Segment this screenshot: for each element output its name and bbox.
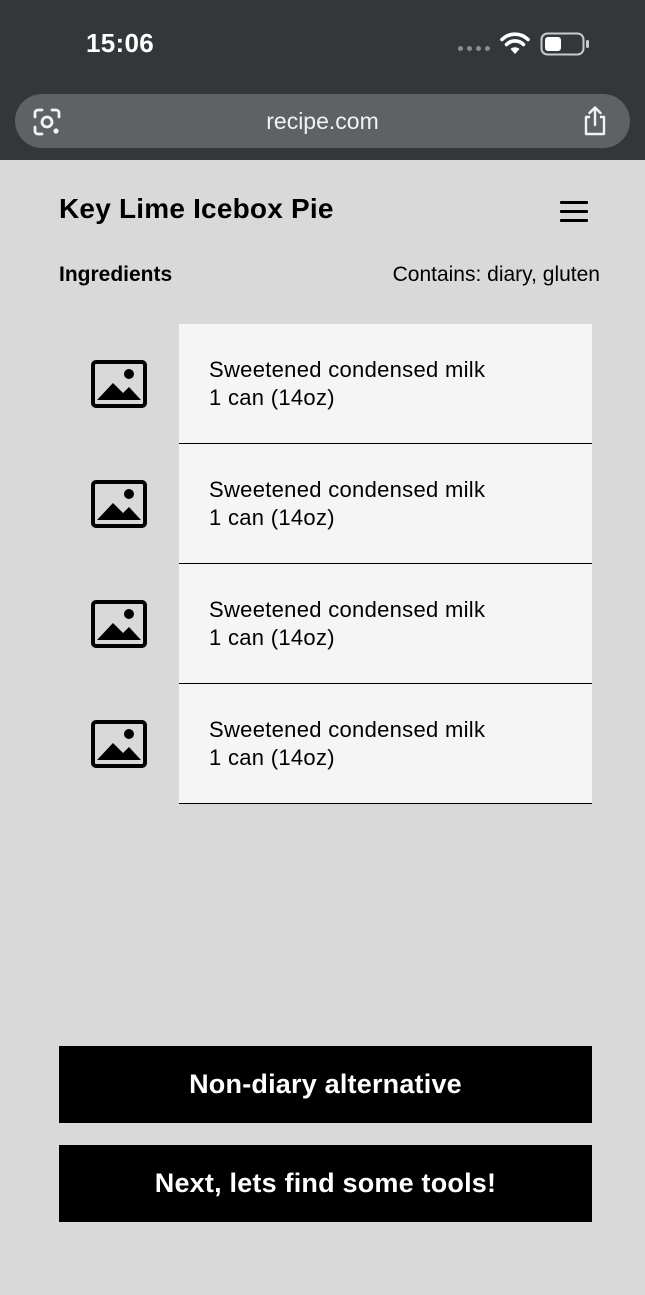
- ingredient-row: Sweetened condensed milk 1 can (14oz): [0, 444, 645, 564]
- ingredient-card[interactable]: Sweetened condensed milk 1 can (14oz): [179, 564, 592, 684]
- ingredient-quantity: 1 can (14oz): [209, 625, 335, 650]
- status-icons: [456, 30, 592, 58]
- image-placeholder-icon: [91, 720, 147, 768]
- image-placeholder-icon: [91, 360, 147, 408]
- share-icon[interactable]: [581, 106, 609, 136]
- url-text[interactable]: recipe.com: [15, 94, 630, 148]
- wifi-icon: [500, 32, 530, 54]
- battery-icon: [540, 32, 589, 56]
- status-time: 15:06: [86, 28, 154, 58]
- image-placeholder-icon: [91, 600, 147, 648]
- ingredient-row: Sweetened condensed milk 1 can (14oz): [0, 324, 645, 444]
- ingredient-quantity: 1 can (14oz): [209, 745, 335, 770]
- address-bar[interactable]: recipe.com: [15, 94, 630, 148]
- non-diary-alternative-button[interactable]: Non-diary alternative: [59, 1046, 592, 1123]
- ingredient-card[interactable]: Sweetened condensed milk 1 can (14oz): [179, 444, 592, 564]
- ingredient-row: Sweetened condensed milk 1 can (14oz): [0, 564, 645, 684]
- ingredient-name: Sweetened condensed milk: [209, 717, 486, 742]
- ingredient-name: Sweetened condensed milk: [209, 477, 486, 502]
- next-find-tools-button[interactable]: Next, lets find some tools!: [59, 1145, 592, 1222]
- page-title: Key Lime Icebox Pie: [59, 193, 334, 224]
- image-placeholder-icon: [91, 480, 147, 528]
- hamburger-menu-icon[interactable]: [556, 197, 592, 227]
- ingredient-list: Sweetened condensed milk 1 can (14oz) Sw…: [0, 324, 645, 804]
- ingredient-name: Sweetened condensed milk: [209, 357, 486, 382]
- ingredient-quantity: 1 can (14oz): [209, 385, 335, 410]
- ingredient-card[interactable]: Sweetened condensed milk 1 can (14oz): [179, 684, 592, 804]
- ingredient-name: Sweetened condensed milk: [209, 597, 486, 622]
- ingredient-quantity: 1 can (14oz): [209, 505, 335, 530]
- browser-chrome: 15:06 recipe.com: [0, 0, 645, 160]
- ingredients-heading: Ingredients: [59, 263, 173, 286]
- ingredient-card[interactable]: Sweetened condensed milk 1 can (14oz): [179, 324, 592, 444]
- ingredient-row: Sweetened condensed milk 1 can (14oz): [0, 684, 645, 804]
- cellular-signal-icon: [458, 46, 492, 52]
- allergen-notice: Contains: diary, gluten: [392, 263, 600, 286]
